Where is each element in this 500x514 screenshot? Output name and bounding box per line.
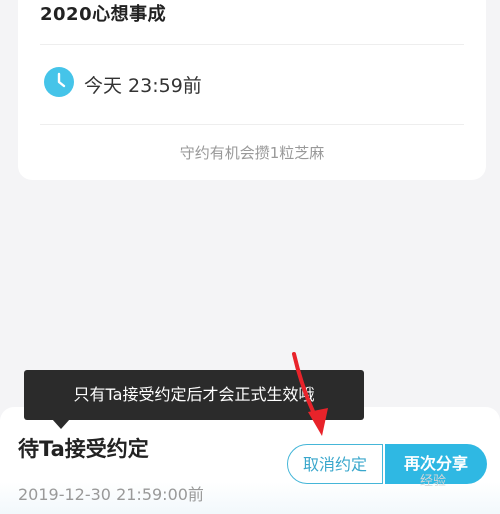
card-title: 2020心想事成 (40, 4, 167, 25)
red-arrow-icon (292, 352, 328, 436)
timestamp: 2019-12-30 21:59:00前 (18, 485, 204, 504)
divider (40, 124, 464, 125)
tooltip-pointer (52, 419, 70, 429)
divider (40, 44, 464, 45)
promise-card: 2020心想事成 今天 23:59前 守约有机会攒1粒芝麻 (18, 0, 486, 180)
cancel-promise-button[interactable]: 取消约定 (287, 444, 383, 484)
bottom-action-bar: 待Ta接受约定 2019-12-30 21:59:00前 取消约定 再次分享 (0, 407, 500, 514)
clock-icon (44, 67, 74, 97)
sesame-hint: 守约有机会攒1粒芝麻 (179, 144, 325, 162)
watermark: 经验 (420, 474, 447, 489)
deadline-text: 今天 23:59前 (84, 75, 202, 97)
status-label: 待Ta接受约定 (18, 437, 149, 461)
